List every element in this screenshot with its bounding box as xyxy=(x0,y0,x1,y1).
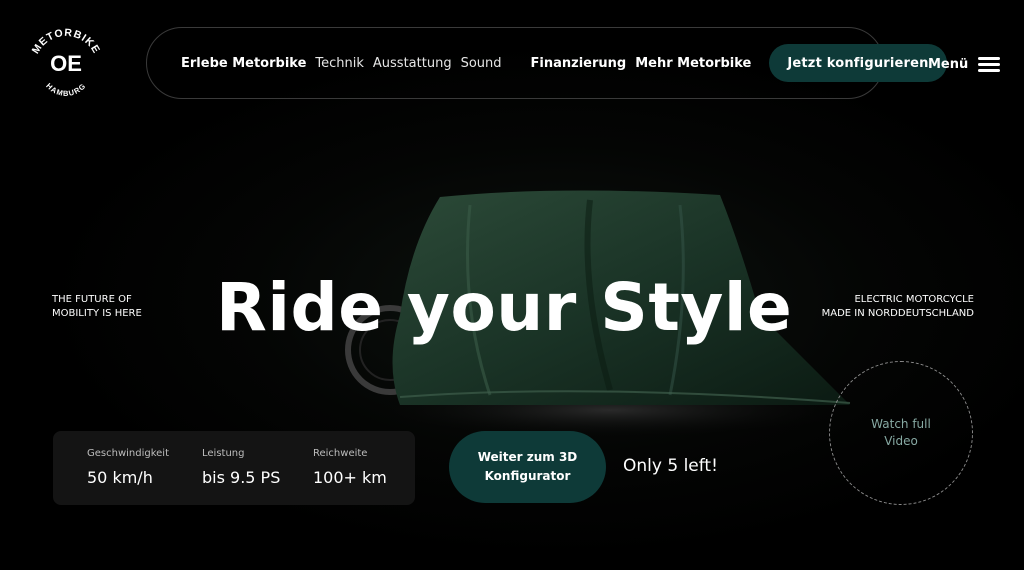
configurator-line-1: Weiter zum 3D xyxy=(477,450,578,464)
tagline-left-line-1: THE FUTURE OF xyxy=(52,294,132,305)
main-navigation: Erlebe Metorbike Technik Ausstattung Sou… xyxy=(146,27,947,99)
watch-video-line-2: Video xyxy=(884,434,918,448)
spec-speed: Geschwindigkeit 50 km/h xyxy=(87,448,169,487)
watch-video-button[interactable]: Watch full Video xyxy=(829,361,973,505)
svg-text:OE: OE xyxy=(50,51,82,76)
stock-notice: Only 5 left! xyxy=(623,456,718,476)
metorbike-logo[interactable]: METORBIKE OE HAMBURG xyxy=(27,27,105,99)
spec-label: Leistung xyxy=(202,448,245,459)
nav-link-mehr-metorbike[interactable]: Mehr Metorbike xyxy=(635,56,751,71)
configure-now-button[interactable]: Jetzt konfigurieren xyxy=(769,44,947,82)
menu-label: Menü xyxy=(928,57,969,72)
spec-value: bis 9.5 PS xyxy=(202,468,281,487)
hero-section: METORBIKE OE HAMBURG Erlebe Metorbike Te… xyxy=(0,0,1024,570)
spec-value: 100+ km xyxy=(313,468,387,487)
menu-button[interactable]: Menü xyxy=(928,54,1001,75)
watch-video-line-1: Watch full xyxy=(871,417,931,431)
spec-value: 50 km/h xyxy=(87,468,153,487)
tagline-right-line-2: MADE IN NORDDEUTSCHLAND xyxy=(821,308,974,319)
hero-headline: Ride your Style xyxy=(216,269,793,346)
spec-range: Reichweite 100+ km xyxy=(313,448,387,487)
tagline-right-line-1: ELECTRIC MOTORCYCLE xyxy=(854,294,974,305)
tagline-left: THE FUTURE OF MOBILITY IS HERE xyxy=(52,293,142,321)
nav-link-ausstattung[interactable]: Ausstattung xyxy=(373,56,452,71)
nav-link-erlebe-metorbike[interactable]: Erlebe Metorbike xyxy=(181,56,306,71)
spec-power: Leistung bis 9.5 PS xyxy=(202,448,280,487)
nav-link-technik[interactable]: Technik xyxy=(315,56,364,71)
spec-label: Geschwindigkeit xyxy=(87,448,170,459)
svg-text:HAMBURG: HAMBURG xyxy=(44,81,88,98)
nav-link-finanzierung[interactable]: Finanzierung xyxy=(531,56,627,71)
hamburger-icon xyxy=(978,54,1001,75)
specs-panel: Geschwindigkeit 50 km/h Leistung bis 9.5… xyxy=(53,431,415,505)
nav-link-sound[interactable]: Sound xyxy=(461,56,502,71)
tagline-right: ELECTRIC MOTORCYCLE MADE IN NORDDEUTSCHL… xyxy=(822,293,974,321)
spec-label: Reichweite xyxy=(313,448,368,459)
tagline-left-line-2: MOBILITY IS HERE xyxy=(52,308,142,319)
3d-configurator-button[interactable]: Weiter zum 3D Konfigurator xyxy=(449,431,606,503)
configurator-line-2: Konfigurator xyxy=(484,469,571,483)
